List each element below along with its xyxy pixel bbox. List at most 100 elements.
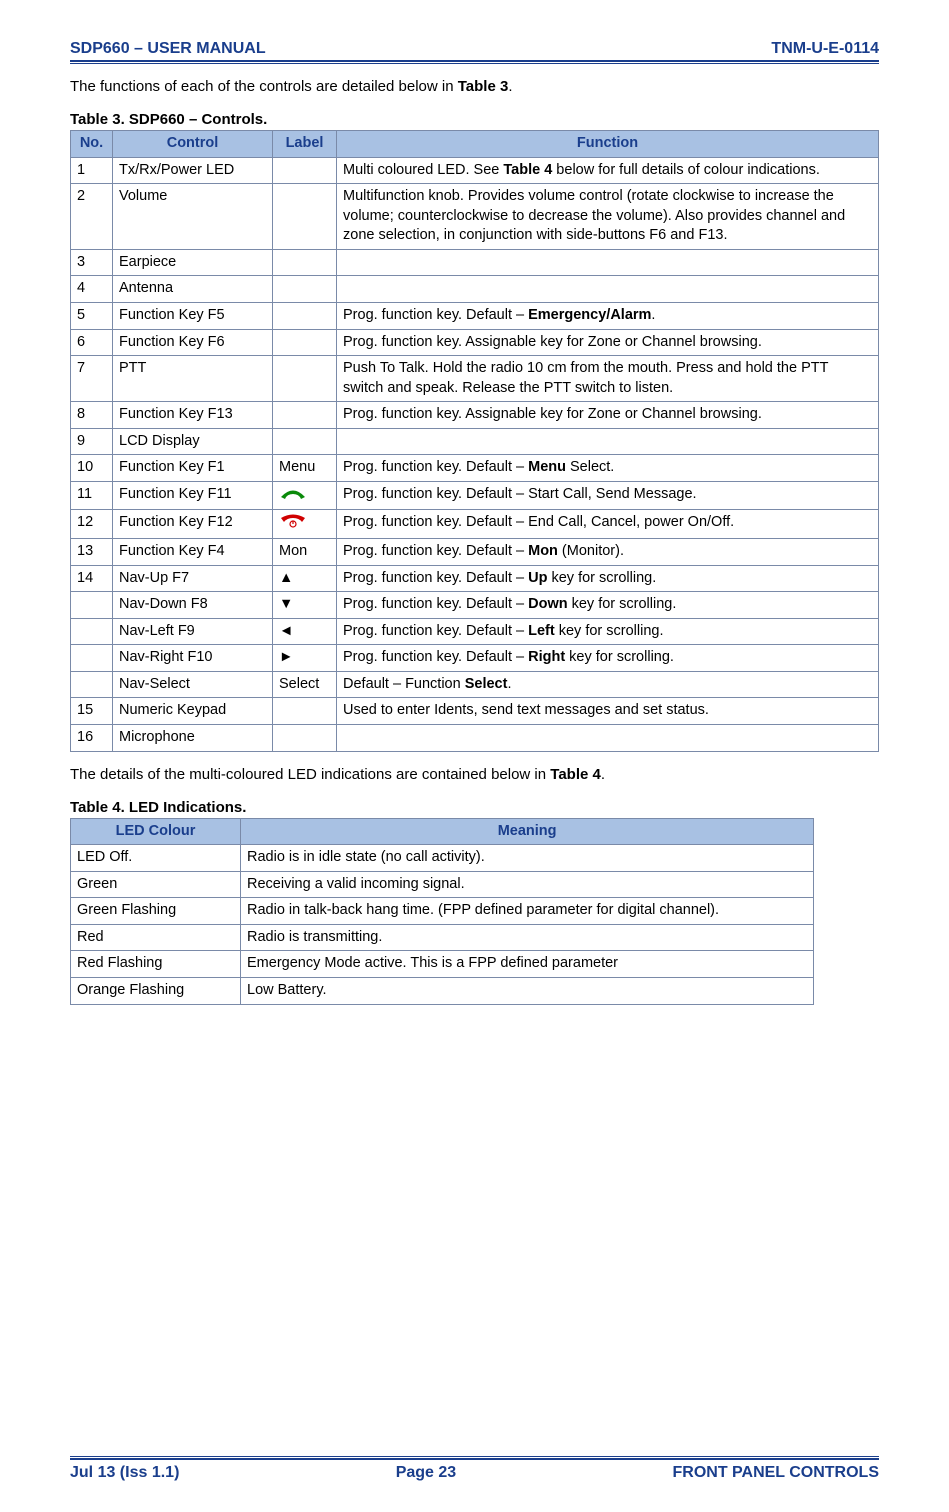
table3-caption: Table 3. SDP660 – Controls.: [70, 111, 879, 128]
cell-led-colour: Orange Flashing: [71, 977, 241, 1004]
cell-label: [273, 725, 337, 752]
table-row: 3Earpiece: [71, 249, 879, 276]
cell-function: [337, 249, 879, 276]
th-no: No.: [71, 131, 113, 158]
cell-function: Prog. function key. Default – Up key for…: [337, 565, 879, 592]
table4-caption: Table 4. LED Indications.: [70, 799, 879, 816]
cell-function: Prog. function key. Default – Right key …: [337, 645, 879, 672]
cell-control: Nav-Right F10: [113, 645, 273, 672]
th-function: Function: [337, 131, 879, 158]
table-row: Green FlashingRadio in talk-back hang ti…: [71, 898, 814, 925]
th-meaning: Meaning: [241, 818, 814, 845]
table-row: LED Off.Radio is in idle state (no call …: [71, 845, 814, 872]
intro2-end: .: [601, 766, 605, 783]
cell-no: 13: [71, 539, 113, 566]
cell-label: Menu: [273, 455, 337, 482]
cell-control: Numeric Keypad: [113, 698, 273, 725]
cell-function: Prog. function key. Assignable key for Z…: [337, 402, 879, 429]
table-row: 5Function Key F5 Prog. function key. Defa…: [71, 302, 879, 329]
cell-no: [71, 671, 113, 698]
cell-no: [71, 618, 113, 645]
cell-function: Used to enter Idents, send text messages…: [337, 698, 879, 725]
intro-para-2: The details of the multi-coloured LED in…: [70, 764, 879, 785]
cell-control: Function Key F6: [113, 329, 273, 356]
cell-function: Prog. function key. Default – Emergency/…: [337, 302, 879, 329]
table-row: 11Function Key F11Prog. function key. De…: [71, 481, 879, 510]
cell-meaning: Radio is transmitting.: [241, 924, 814, 951]
table-row: Nav-Down F8▼Prog. function key. Default …: [71, 592, 879, 619]
cell-label: ►: [273, 645, 337, 672]
cell-function: Default – Function Select.: [337, 671, 879, 698]
cell-label: Mon: [273, 539, 337, 566]
cell-led-colour: Green Flashing: [71, 898, 241, 925]
table-row: Red FlashingEmergency Mode active. This …: [71, 951, 814, 978]
doc-code-right: TNM-U-E-0114: [771, 40, 879, 58]
cell-control: Nav-Select: [113, 671, 273, 698]
cell-label: Select: [273, 671, 337, 698]
table-row: 16Microphone: [71, 725, 879, 752]
cell-function: Multi coloured LED. See Table 4 below fo…: [337, 157, 879, 184]
cell-label: ▼: [273, 592, 337, 619]
intro1-text: The functions of each of the controls ar…: [70, 78, 458, 95]
cell-control: Function Key F11: [113, 481, 273, 510]
table-row: Nav-Right F10►Prog. function key. Defaul…: [71, 645, 879, 672]
cell-function: [337, 276, 879, 303]
cell-function: Multifunction knob. Provides volume cont…: [337, 184, 879, 250]
cell-no: 6: [71, 329, 113, 356]
cell-control: Volume: [113, 184, 273, 250]
cell-label: [273, 356, 337, 402]
intro-para-1: The functions of each of the controls ar…: [70, 76, 879, 97]
intro1-bold: Table 3: [458, 78, 509, 95]
table-row: 2Volume Multifunction knob. Provides volu…: [71, 184, 879, 250]
cell-led-colour: LED Off.: [71, 845, 241, 872]
table-row: GreenReceiving a valid incoming signal.: [71, 871, 814, 898]
table-row: 6Function Key F6Prog. function key. Assi…: [71, 329, 879, 356]
table-led: LED Colour Meaning LED Off.Radio is in i…: [70, 818, 814, 1005]
cell-function: Prog. function key. Default – Mon (Monit…: [337, 539, 879, 566]
cell-no: 11: [71, 481, 113, 510]
cell-label: [273, 302, 337, 329]
cell-no: [71, 592, 113, 619]
footer-center: Page 23: [179, 1464, 672, 1482]
footer-left: Jul 13 (Iss 1.1): [70, 1464, 179, 1482]
cell-no: 2: [71, 184, 113, 250]
call-end-icon: [279, 515, 307, 532]
cell-label: [273, 184, 337, 250]
table-row: RedRadio is transmitting.: [71, 924, 814, 951]
doc-title-left: SDP660 – USER MANUAL: [70, 40, 266, 58]
intro1-end: .: [508, 78, 512, 95]
table-row: 13Function Key F4MonProg. function key. …: [71, 539, 879, 566]
cell-function: Prog. function key. Default – Down key f…: [337, 592, 879, 619]
table-row: Nav-SelectSelectDefault – Function Selec…: [71, 671, 879, 698]
cell-control: Nav-Up F7: [113, 565, 273, 592]
cell-control: LCD Display: [113, 428, 273, 455]
cell-no: 7: [71, 356, 113, 402]
cell-no: 14: [71, 565, 113, 592]
cell-function: Push To Talk. Hold the radio 10 cm from …: [337, 356, 879, 402]
cell-function: Prog. function key. Default – Left key f…: [337, 618, 879, 645]
cell-no: 5: [71, 302, 113, 329]
cell-label: [273, 276, 337, 303]
intro2-text: The details of the multi-coloured LED in…: [70, 766, 550, 783]
cell-meaning: Radio in talk-back hang time. (FPP defin…: [241, 898, 814, 925]
cell-no: 3: [71, 249, 113, 276]
table-row: 15Numeric Keypad Used to enter Idents, se…: [71, 698, 879, 725]
table-row: 10Function Key F1MenuProg. function key.…: [71, 455, 879, 482]
table-row: 12Function Key F12Prog. function key. De…: [71, 510, 879, 539]
table-controls: No. Control Label Function 1Tx/Rx/Power …: [70, 130, 879, 752]
table-row: 1Tx/Rx/Power LEDMulti coloured LED. See …: [71, 157, 879, 184]
cell-led-colour: Red: [71, 924, 241, 951]
cell-control: PTT: [113, 356, 273, 402]
header-rule: [70, 60, 879, 64]
cell-no: 15: [71, 698, 113, 725]
cell-label: [273, 402, 337, 429]
cell-control: Function Key F5: [113, 302, 273, 329]
cell-meaning: Emergency Mode active. This is a FPP def…: [241, 951, 814, 978]
cell-label: [273, 481, 337, 510]
cell-no: [71, 645, 113, 672]
table-row: 9LCD Display: [71, 428, 879, 455]
cell-led-colour: Red Flashing: [71, 951, 241, 978]
th-label: Label: [273, 131, 337, 158]
th-control: Control: [113, 131, 273, 158]
cell-no: 1: [71, 157, 113, 184]
